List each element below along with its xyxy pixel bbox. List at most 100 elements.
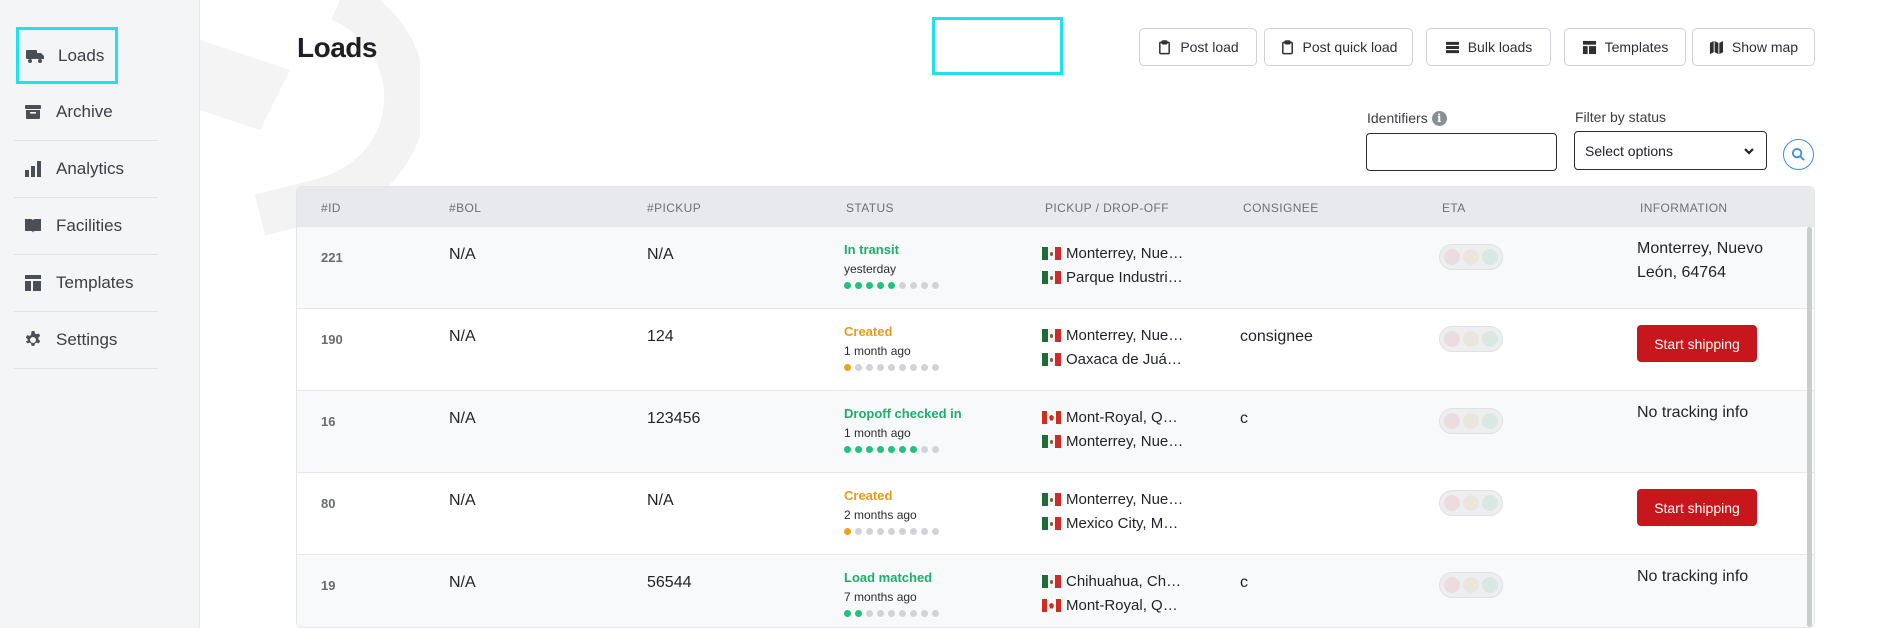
status-label: In transit bbox=[844, 242, 899, 257]
route-cell: Mont-Royal, Q… Monterrey, Nue… bbox=[1042, 409, 1183, 450]
progress-dot bbox=[844, 446, 851, 453]
mexico-flag-icon bbox=[1042, 247, 1061, 260]
progress-dot bbox=[855, 364, 862, 371]
templates-button[interactable]: Templates bbox=[1564, 28, 1686, 66]
search-button[interactable] bbox=[1783, 139, 1814, 170]
table-row[interactable]: 190 N/A 124 Created 1 month ago Monterre… bbox=[297, 309, 1814, 391]
destination-text: Parque Industri… bbox=[1066, 269, 1183, 286]
column-header-id[interactable]: #ID bbox=[321, 201, 341, 215]
sidebar-item-templates[interactable]: Templates bbox=[14, 255, 158, 312]
origin-location[interactable]: Monterrey, Nue… bbox=[1042, 327, 1183, 344]
clipboard-icon bbox=[1159, 39, 1171, 54]
origin-location[interactable]: Mont-Royal, Q… bbox=[1042, 409, 1183, 426]
progress-dot bbox=[921, 446, 928, 453]
stack-icon bbox=[1445, 41, 1459, 53]
chevron-down-icon bbox=[1744, 147, 1754, 155]
table-row[interactable]: 16 N/A 123456 Dropoff checked in 1 month… bbox=[297, 391, 1814, 473]
sidebar-item-loads[interactable]: Loads bbox=[16, 27, 118, 84]
column-header-consignee[interactable]: CONSIGNEE bbox=[1243, 201, 1319, 215]
table-row[interactable]: 221 N/A N/A In transit yesterday Monterr… bbox=[297, 227, 1814, 309]
load-id[interactable]: 80 bbox=[321, 496, 335, 511]
pickup-value: N/A bbox=[647, 246, 674, 263]
sidebar-item-label: Loads bbox=[58, 45, 105, 65]
route-cell: Monterrey, Nue… Oaxaca de Juá… bbox=[1042, 327, 1183, 368]
status-time: 1 month ago bbox=[844, 426, 911, 440]
progress-dot bbox=[899, 282, 906, 289]
origin-location[interactable]: Monterrey, Nue… bbox=[1042, 245, 1183, 262]
route-cell: Monterrey, Nue… Parque Industri… bbox=[1042, 245, 1183, 286]
origin-text: Chihuahua, Ch… bbox=[1066, 573, 1182, 590]
eta-indicator bbox=[1439, 244, 1503, 270]
load-id[interactable]: 19 bbox=[321, 578, 335, 593]
consignee-value: c bbox=[1240, 410, 1248, 427]
sidebar: Loads Archive Analytics Facilities Templ… bbox=[0, 0, 200, 628]
sidebar-item-label: Facilities bbox=[56, 216, 123, 235]
clipboard-icon bbox=[1281, 39, 1293, 54]
table-header: #ID #BOL #PICKUP STATUS PICKUP / DROP-OF… bbox=[297, 187, 1814, 227]
progress-dot bbox=[844, 610, 851, 617]
progress-dot bbox=[877, 610, 884, 617]
column-header-pickup[interactable]: #PICKUP bbox=[647, 201, 701, 215]
load-id[interactable]: 190 bbox=[321, 332, 343, 347]
destination-text: Monterrey, Nue… bbox=[1066, 433, 1184, 450]
eta-indicator bbox=[1439, 326, 1503, 352]
progress-dot bbox=[877, 528, 884, 535]
table-row[interactable]: 80 N/A N/A Created 2 months ago Monterre… bbox=[297, 473, 1814, 555]
destination-location[interactable]: Mexico City, M… bbox=[1042, 515, 1183, 532]
destination-location[interactable]: Parque Industri… bbox=[1042, 269, 1183, 286]
progress-dot bbox=[932, 364, 939, 371]
post-quick-load-button[interactable]: Post quick load bbox=[1264, 28, 1413, 66]
status-time: 7 months ago bbox=[844, 590, 917, 604]
load-id[interactable]: 221 bbox=[321, 250, 343, 265]
column-header-bol[interactable]: #BOL bbox=[449, 201, 481, 215]
identifiers-input[interactable] bbox=[1366, 133, 1557, 171]
destination-location[interactable]: Monterrey, Nue… bbox=[1042, 433, 1183, 450]
bulk-loads-button[interactable]: Bulk loads bbox=[1426, 28, 1551, 66]
progress-dot bbox=[866, 364, 873, 371]
sidebar-item-label: Templates bbox=[56, 273, 134, 292]
sidebar-nav: Loads Archive Analytics Facilities Templ… bbox=[14, 27, 158, 369]
origin-text: Mont-Royal, Q… bbox=[1066, 409, 1178, 426]
search-icon bbox=[1791, 147, 1805, 161]
status-cell: Dropoff checked in 1 month ago bbox=[844, 406, 962, 453]
status-label: Load matched bbox=[844, 570, 933, 585]
templates-label: Templates bbox=[1604, 39, 1669, 55]
column-header-information[interactable]: INFORMATION bbox=[1640, 201, 1728, 215]
column-header-status[interactable]: STATUS bbox=[846, 201, 894, 215]
mexico-flag-icon bbox=[1042, 353, 1061, 366]
column-header-pickup-dropoff[interactable]: PICKUP / DROP-OFF bbox=[1045, 201, 1169, 215]
sidebar-item-analytics[interactable]: Analytics bbox=[14, 141, 158, 198]
start-shipping-button[interactable]: Start shipping bbox=[1637, 489, 1757, 526]
progress-dot bbox=[844, 364, 851, 371]
info-icon[interactable]: i bbox=[1431, 110, 1447, 126]
table-scrollbar[interactable] bbox=[1807, 227, 1812, 627]
sidebar-item-facilities[interactable]: Facilities bbox=[14, 198, 158, 255]
eta-indicator bbox=[1439, 408, 1503, 434]
origin-location[interactable]: Monterrey, Nue… bbox=[1042, 491, 1183, 508]
sidebar-item-settings[interactable]: Settings bbox=[14, 312, 158, 369]
progress-dot bbox=[932, 528, 939, 535]
progress-dot bbox=[844, 528, 851, 535]
destination-location[interactable]: Mont-Royal, Q… bbox=[1042, 597, 1181, 614]
load-id[interactable]: 16 bbox=[321, 414, 335, 429]
progress-dot bbox=[921, 610, 928, 617]
destination-location[interactable]: Oaxaca de Juá… bbox=[1042, 351, 1183, 368]
table-row[interactable]: 19 N/A 56544 Load matched 7 months ago C… bbox=[297, 555, 1814, 627]
destination-text: Oaxaca de Juá… bbox=[1066, 351, 1182, 368]
status-cell: Created 1 month ago bbox=[844, 324, 939, 371]
status-filter-select[interactable]: Select options bbox=[1574, 131, 1767, 170]
progress-dots bbox=[844, 364, 939, 371]
start-shipping-button[interactable]: Start shipping bbox=[1637, 325, 1757, 362]
progress-dot bbox=[855, 446, 862, 453]
column-header-eta[interactable]: ETA bbox=[1442, 201, 1466, 215]
identifiers-label-text: Identifiers bbox=[1367, 110, 1428, 126]
show-map-button[interactable]: Show map bbox=[1692, 28, 1815, 66]
bol-value: N/A bbox=[449, 492, 476, 509]
origin-location[interactable]: Chihuahua, Ch… bbox=[1042, 573, 1181, 590]
post-load-button[interactable]: Post load bbox=[1139, 28, 1257, 66]
origin-text: Monterrey, Nue… bbox=[1066, 491, 1184, 508]
sidebar-item-archive[interactable]: Archive bbox=[14, 84, 158, 141]
post-quick-load-label: Post quick load bbox=[1302, 39, 1398, 55]
eta-cell bbox=[1439, 244, 1503, 270]
mexico-flag-icon bbox=[1042, 435, 1061, 448]
